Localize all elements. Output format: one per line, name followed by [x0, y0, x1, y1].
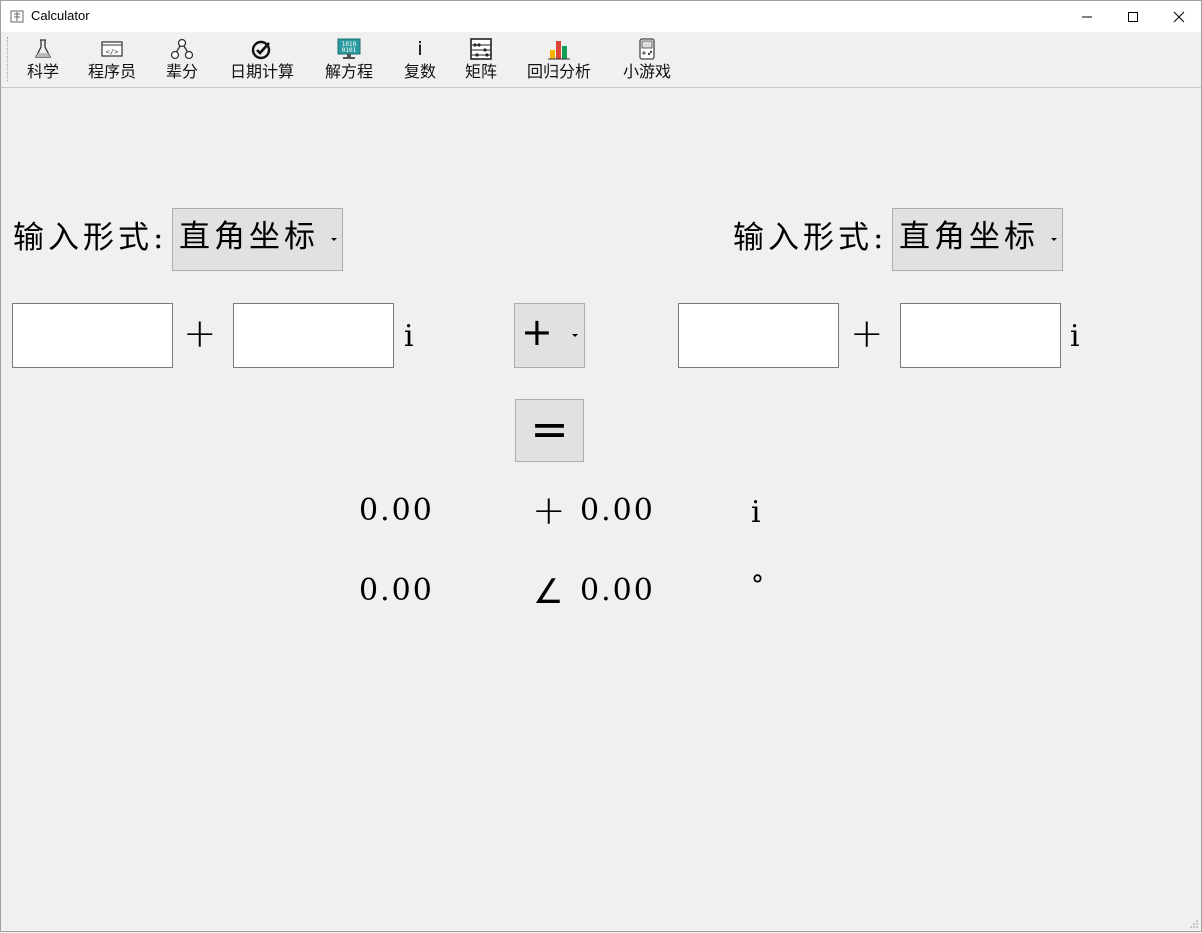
minimize-icon — [1082, 16, 1092, 17]
toolbar-item-science[interactable]: 科学 — [23, 38, 63, 84]
toolbar-grip[interactable] — [7, 37, 10, 81]
abacus-icon — [469, 38, 493, 60]
bar-chart-icon — [547, 38, 571, 60]
toolbar-item-complex[interactable]: i 复数 — [400, 38, 440, 84]
right-input-form-label: 输入形式: — [733, 220, 888, 256]
right-real-input[interactable] — [678, 303, 839, 368]
operator-value: + — [521, 310, 553, 354]
left-plus-sign: + — [183, 311, 217, 357]
result-rect-imag: 0.00 — [580, 493, 655, 528]
toolbar-item-date-calc[interactable]: 日期计算 — [225, 38, 299, 84]
close-button[interactable] — [1156, 1, 1202, 32]
imaginary-i-glyph: i — [417, 38, 423, 60]
chevron-down-icon — [1051, 238, 1057, 241]
left-input-form-select[interactable]: 直角坐标 — [172, 208, 343, 271]
right-imag-input[interactable] — [900, 303, 1061, 368]
operator-select[interactable]: + — [514, 303, 585, 368]
toolbar-item-label: 科学 — [26, 62, 59, 81]
right-imag-unit: i — [1070, 319, 1080, 354]
result-polar-magnitude: 0.00 — [359, 573, 434, 608]
chevron-down-icon — [572, 334, 578, 337]
result-rect-sign: + — [532, 488, 566, 534]
mode-toolbar: 科学 </> 程序员 辈分 日期计算 1010 0101 解方程 i 复数 矩阵… — [1, 32, 1201, 88]
right-plus-sign: + — [850, 311, 884, 357]
imaginary-i-icon: i — [408, 38, 432, 60]
toolbar-item-label: 回归分析 — [526, 62, 591, 81]
equals-button[interactable]: = — [515, 399, 584, 462]
left-imag-unit: i — [404, 319, 414, 354]
resize-grip-icon[interactable] — [1187, 917, 1199, 929]
result-rect-real: 0.00 — [359, 493, 434, 528]
chevron-down-icon — [331, 238, 337, 241]
family-tree-icon — [170, 38, 194, 60]
toolbar-item-label: 矩阵 — [464, 62, 497, 81]
left-input-form-label: 输入形式: — [13, 220, 168, 256]
left-imag-input[interactable] — [233, 303, 394, 368]
monitor-binary-icon: 1010 0101 — [337, 38, 361, 60]
toolbar-item-kinship[interactable]: 辈分 — [162, 38, 202, 84]
title-bar[interactable]: Calculator — [1, 1, 1201, 32]
code-window-icon: </> — [100, 38, 124, 60]
gameboy-icon — [635, 38, 659, 60]
maximize-icon — [1128, 11, 1138, 22]
app-calculator-icon — [9, 8, 25, 24]
toolbar-item-label: 程序员 — [87, 62, 136, 81]
result-polar-unit: ° — [751, 571, 766, 601]
toolbar-item-programmer[interactable]: </> 程序员 — [83, 38, 141, 84]
calculator-window: Calculator 科学 </> 程序员 辈分 日期计算 1010 0101 … — [0, 0, 1202, 932]
toolbar-item-label: 辈分 — [165, 62, 198, 81]
toolbar-item-label: 日期计算 — [229, 62, 294, 81]
result-polar-sign: ∠ — [533, 572, 564, 612]
svg-text:</>: </> — [106, 48, 119, 56]
result-polar-angle: 0.00 — [580, 573, 655, 608]
result-rect-unit: i — [751, 495, 763, 530]
toolbar-item-label: 小游戏 — [622, 62, 671, 81]
close-icon — [1173, 11, 1185, 22]
svg-text:0101: 0101 — [342, 47, 357, 54]
toolbar-item-regression[interactable]: 回归分析 — [522, 38, 596, 84]
minimize-button[interactable] — [1064, 1, 1110, 32]
toolbar-item-minigame[interactable]: 小游戏 — [619, 38, 675, 84]
right-input-form-select[interactable]: 直角坐标 — [892, 208, 1063, 271]
right-input-form-value: 直角坐标 — [899, 219, 1039, 255]
toolbar-item-label: 复数 — [403, 62, 436, 81]
toolbar-item-equation[interactable]: 1010 0101 解方程 — [321, 38, 377, 84]
toolbar-item-matrix[interactable]: 矩阵 — [461, 38, 501, 84]
calendar-check-icon — [250, 38, 274, 60]
flask-icon — [31, 38, 55, 60]
maximize-button[interactable] — [1110, 1, 1156, 32]
window-title: Calculator — [31, 8, 90, 23]
left-real-input[interactable] — [12, 303, 173, 368]
toolbar-item-label: 解方程 — [324, 62, 373, 81]
left-input-form-value: 直角坐标 — [179, 219, 319, 255]
